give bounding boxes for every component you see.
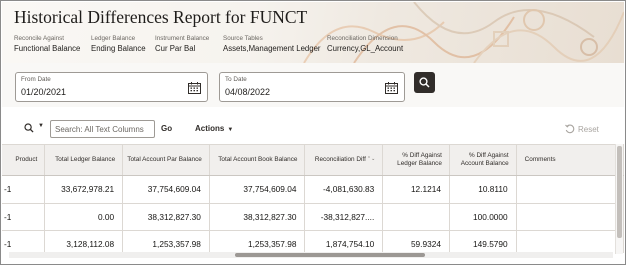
column-header-pct-diff-ledger[interactable]: % Diff Against Ledger Balance bbox=[382, 144, 450, 176]
search-button[interactable] bbox=[414, 72, 435, 93]
report-window: Historical Differences Report for FUNCT … bbox=[0, 0, 626, 265]
search-icon[interactable] bbox=[24, 123, 34, 133]
meta-reconciliation-dimension: Reconciliation Dimension Currency,GL_Acc… bbox=[327, 35, 403, 53]
meta-label: Reconciliation Dimension bbox=[327, 35, 398, 42]
meta-value: Currency,GL_Account bbox=[327, 44, 404, 53]
column-header-product[interactable]: Product bbox=[2, 144, 46, 176]
column-header-label: % Diff Against Account Balance bbox=[460, 152, 509, 167]
table-header-row: Product Total Ledger Balance Total Accou… bbox=[2, 144, 624, 176]
table-cell: 59.9324 bbox=[382, 230, 450, 253]
meta-ledger-balance: Ledger Balance Ending Balance bbox=[91, 35, 146, 53]
meta-label: Ledger Balance bbox=[91, 35, 136, 42]
meta-instrument-balance: Instrument Balance Cur Par Bal bbox=[155, 35, 209, 53]
column-header-pct-diff-account[interactable]: % Diff Against Account Balance bbox=[449, 144, 517, 176]
table-cell: 10.8110 bbox=[449, 175, 517, 204]
meta-reconcile-against: Reconcile Against Functional Balance bbox=[14, 35, 80, 53]
table-cell: -1 bbox=[2, 230, 46, 253]
page-title: Historical Differences Report for FUNCT bbox=[14, 7, 308, 27]
table-cell: 37,754,609.04 bbox=[209, 175, 306, 204]
table-cell-comments[interactable] bbox=[516, 230, 624, 253]
column-header-label: Product bbox=[15, 156, 38, 163]
table-cell bbox=[382, 203, 450, 231]
table-cell: 12.1214 bbox=[382, 175, 450, 204]
chevron-down-icon: ▼ bbox=[227, 127, 234, 133]
table-row[interactable]: -1 0.00 38,312,827.30 38,312,827.30 -38,… bbox=[2, 203, 624, 231]
table-toolbar: ▼ Go Actions▼ Reset bbox=[2, 112, 624, 146]
table-cell: 1,253,357.98 bbox=[209, 230, 306, 253]
table-cell: 1,874,754.10 bbox=[304, 230, 384, 253]
column-header-total-account-par-balance[interactable]: Total Account Par Balance bbox=[122, 144, 210, 176]
column-header-label: Total Account Par Balance bbox=[127, 156, 202, 163]
actions-label: Actions bbox=[195, 124, 225, 133]
table-cell-comments[interactable] bbox=[516, 203, 624, 231]
reset-label: Reset bbox=[578, 125, 599, 134]
table-cell: 37,754,609.04 bbox=[122, 175, 210, 204]
date-filter-bar: From Date 01/20/2021 To Date 04/08/2022 bbox=[2, 63, 624, 107]
meta-value: Cur Par Bal bbox=[155, 44, 196, 53]
column-header-reconciliation-diff[interactable]: Reconciliation Diff⌃⌄ bbox=[304, 144, 384, 176]
table-cell: -1 bbox=[2, 175, 46, 204]
column-header-label: Reconciliation Diff bbox=[314, 156, 366, 163]
page-header: Historical Differences Report for FUNCT … bbox=[2, 2, 624, 63]
table-cell: 149.5790 bbox=[449, 230, 517, 253]
to-date-label: To Date bbox=[225, 76, 247, 83]
vertical-scrollbar[interactable] bbox=[615, 144, 623, 254]
column-header-comments[interactable]: Comments bbox=[516, 144, 624, 176]
table-row[interactable]: -1 33,672,978.21 37,754,609.04 37,754,60… bbox=[2, 175, 624, 204]
search-icon bbox=[419, 77, 430, 88]
scrollbar-thumb[interactable] bbox=[235, 253, 425, 257]
column-header-total-account-book-balance[interactable]: Total Account Book Balance bbox=[209, 144, 306, 176]
table-cell: 33,672,978.21 bbox=[44, 175, 124, 204]
meta-value: Functional Balance bbox=[14, 44, 81, 53]
to-date-value[interactable]: 04/08/2022 bbox=[225, 87, 270, 97]
scrollbar-thumb[interactable] bbox=[617, 146, 622, 238]
report-table-container: Product Total Ledger Balance Total Accou… bbox=[2, 144, 624, 253]
table-cell: 100.0000 bbox=[449, 203, 517, 231]
from-date-label: From Date bbox=[21, 76, 51, 83]
table-cell: 38,312,827.30 bbox=[209, 203, 306, 231]
actions-menu[interactable]: Actions ▼ bbox=[195, 124, 233, 133]
header-pattern bbox=[303, 2, 624, 63]
sort-icon[interactable]: ⌃⌄ bbox=[367, 156, 375, 162]
table-cell: 38,312,827.30 bbox=[122, 203, 210, 231]
column-header-total-ledger-balance[interactable]: Total Ledger Balance bbox=[44, 144, 124, 176]
search-input[interactable] bbox=[50, 120, 155, 138]
meta-source-tables: Source Tables Assets,Management Ledger bbox=[223, 35, 321, 53]
report-table: Product Total Ledger Balance Total Accou… bbox=[2, 144, 624, 253]
table-cell: 3,128,112.08 bbox=[44, 230, 124, 253]
go-button[interactable]: Go bbox=[161, 124, 172, 133]
column-header-label: Total Account Book Balance bbox=[218, 156, 298, 163]
calendar-icon[interactable] bbox=[188, 82, 201, 94]
meta-value: Assets,Management Ledger bbox=[223, 44, 321, 53]
table-cell: -1 bbox=[2, 203, 46, 231]
chevron-down-icon[interactable]: ▼ bbox=[38, 123, 44, 129]
reset-icon bbox=[565, 124, 575, 134]
reset-button[interactable]: Reset bbox=[565, 124, 599, 134]
column-header-label: Comments bbox=[524, 156, 556, 163]
to-date-field[interactable]: To Date 04/08/2022 bbox=[219, 72, 405, 102]
meta-label: Source Tables bbox=[223, 35, 263, 42]
table-cell: 1,253,357.98 bbox=[122, 230, 210, 253]
meta-label: Reconcile Against bbox=[14, 35, 65, 42]
from-date-value[interactable]: 01/20/2021 bbox=[21, 87, 66, 97]
meta-value: Ending Balance bbox=[91, 44, 146, 53]
table-cell: -38,312,827.... bbox=[304, 203, 384, 231]
footer-strip bbox=[2, 258, 624, 264]
column-header-label: % Diff Against Ledger Balance bbox=[397, 152, 442, 167]
calendar-icon[interactable] bbox=[385, 82, 398, 94]
from-date-field[interactable]: From Date 01/20/2021 bbox=[15, 72, 208, 102]
table-cell-comments[interactable] bbox=[516, 175, 624, 204]
table-cell: -4,081,630.83 bbox=[304, 175, 384, 204]
meta-label: Instrument Balance bbox=[155, 35, 210, 42]
table-row[interactable]: -1 3,128,112.08 1,253,357.98 1,253,357.9… bbox=[2, 230, 624, 253]
table-cell: 0.00 bbox=[44, 203, 124, 231]
column-header-label: Total Ledger Balance bbox=[55, 156, 116, 163]
